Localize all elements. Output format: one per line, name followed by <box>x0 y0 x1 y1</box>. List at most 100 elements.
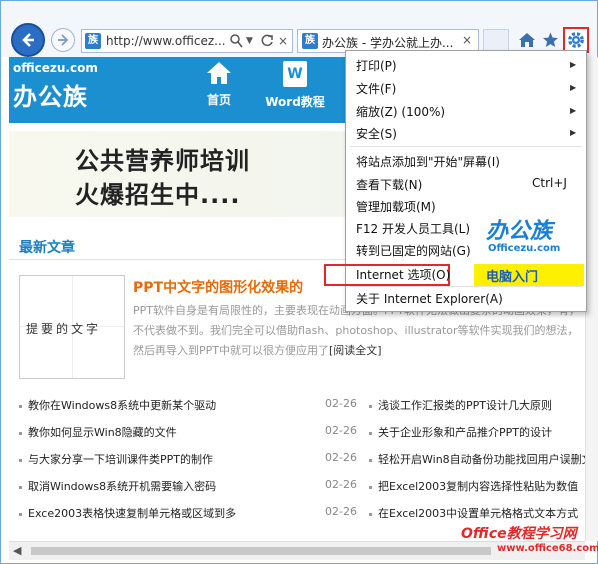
list-item-text: 轻松开启Win8自动备份功能找回用户误删文件 <box>378 453 585 466</box>
list-item[interactable]: 教你在Windows8系统中更新某个驱动 <box>19 397 216 413</box>
bullet <box>369 512 372 516</box>
bullet <box>369 485 372 489</box>
corner-watermark-title: Office教程学习网 <box>461 526 577 542</box>
list-item-text: 在Excel2003中设置单元格格式文本方式 <box>378 507 579 520</box>
chevron-down-icon[interactable]: ▼ <box>246 36 253 46</box>
bullet <box>369 404 372 408</box>
site-favicon-icon: 族 <box>85 33 101 49</box>
table-row: 取消Windows8系统开机需要输入密码 02-26 把Excel2003复制内… <box>19 478 585 498</box>
arrow-left-icon <box>22 33 34 47</box>
read-more-link[interactable]: [阅读全文] <box>329 344 382 357</box>
table-row: 与大家分享一下培训课件类PPT的制作 02-26 轻松开启Win8自动备份功能找… <box>19 451 585 471</box>
featured-article-title[interactable]: PPT中文字的图形化效果的 <box>133 277 303 297</box>
tools-menu: 打印(P) ▶ 文件(F) ▶ 缩放(Z) (100%) ▶ 安全(S) ▶ 将… <box>324 50 587 312</box>
menu-watermark-site: Officezu.com <box>488 243 561 254</box>
back-button[interactable] <box>11 23 45 57</box>
nav-home[interactable]: 首页 <box>199 61 239 108</box>
list-item[interactable]: 取消Windows8系统开机需要输入密码 <box>19 478 216 494</box>
thumbnail-text: 提要的文字 <box>26 322 102 336</box>
tab-close-icon[interactable]: × <box>462 33 472 47</box>
menu-item-about-ie[interactable]: 关于 Internet Explorer(A) <box>356 290 503 307</box>
menu-item-view-downloads[interactable]: 查看下载(N) <box>356 176 422 193</box>
list-item-date: 02-26 <box>325 424 357 437</box>
word-icon: W <box>283 61 307 87</box>
stop-icon[interactable]: × <box>278 34 288 48</box>
list-item[interactable]: 与大家分享一下培训课件类PPT的制作 <box>19 451 213 467</box>
list-item-date: 02-26 <box>325 451 357 464</box>
submenu-arrow-icon: ▶ <box>570 60 577 69</box>
list-item-date: 02-26 <box>325 478 357 491</box>
scroll-left-icon[interactable]: ◀ <box>13 544 21 557</box>
list-item-text: 把Excel2003复制内容选择性粘贴为数值 <box>378 480 579 493</box>
menu-item-zoom[interactable]: 缩放(Z) (100%) <box>356 103 445 120</box>
corner-watermark: Office教程学习网 www.office68.com <box>457 521 598 561</box>
browser-window: 族 http://www.officez... ▼ × 族 办公族 - 学办公就… <box>0 0 598 564</box>
menu-item-pinned-sites[interactable]: 转到已固定的网站(G) <box>356 242 471 259</box>
list-item-text: 教你如何显示Win8隐藏的文件 <box>28 426 177 439</box>
table-row: 教你如何显示Win8隐藏的文件 02-26 关于企业形象和产品推介PPT的设计 <box>19 424 585 444</box>
menu-item-print[interactable]: 打印(P) <box>356 57 397 74</box>
bullet <box>369 458 372 462</box>
search-icon[interactable] <box>230 34 243 48</box>
list-item-date: 02-26 <box>325 397 357 410</box>
list-item-text: Exce2003表格快速复制单元格或区域到多 <box>28 507 237 520</box>
site-logo-domain: officezu.com <box>13 61 98 75</box>
menu-item-add-to-start[interactable]: 将站点添加到"开始"屏幕(I) <box>356 153 500 170</box>
menu-item-safety[interactable]: 安全(S) <box>356 125 397 142</box>
submenu-arrow-icon: ▶ <box>570 83 577 92</box>
gear-icon <box>568 32 584 48</box>
list-item[interactable]: 关于企业形象和产品推介PPT的设计 <box>369 424 552 440</box>
list-item[interactable]: 浅谈工作汇报类的PPT设计几大原则 <box>369 397 552 413</box>
menu-item-file[interactable]: 文件(F) <box>356 80 396 97</box>
list-item[interactable]: 轻松开启Win8自动备份功能找回用户误删文件 <box>369 451 585 467</box>
menu-watermark-logo: 办公族 <box>486 219 553 244</box>
list-item-text: 教你在Windows8系统中更新某个驱动 <box>28 399 217 412</box>
list-item[interactable]: 在Excel2003中设置单元格格式文本方式 <box>369 505 578 521</box>
address-bar[interactable]: 族 http://www.officez... ▼ × <box>81 29 293 53</box>
watermark-ribbon: 电脑入门 <box>474 264 584 286</box>
list-item[interactable]: 教你如何显示Win8隐藏的文件 <box>19 424 177 440</box>
article-thumbnail[interactable]: 提要的文字 <box>19 275 125 379</box>
home-icon <box>207 62 231 84</box>
address-url[interactable]: http://www.officez... <box>106 34 226 48</box>
bullet <box>19 512 22 516</box>
menu-item-f12-tools[interactable]: F12 开发人员工具(L) <box>356 220 470 237</box>
bullet <box>19 404 22 408</box>
list-item-text: 关于企业形象和产品推介PPT的设计 <box>378 426 552 439</box>
submenu-arrow-icon: ▶ <box>570 128 577 137</box>
tab-title: 办公族 - 学办公就上办... <box>322 36 454 50</box>
forward-button[interactable] <box>51 28 75 52</box>
bullet <box>19 485 22 489</box>
list-item-text: 取消Windows8系统开机需要输入密码 <box>28 480 217 493</box>
tab-favicon-icon: 族 <box>302 33 318 49</box>
menu-separator <box>350 286 582 287</box>
bullet <box>19 458 22 462</box>
submenu-arrow-icon: ▶ <box>570 106 577 115</box>
list-item-text: 浅谈工作汇报类的PPT设计几大原则 <box>378 399 552 412</box>
nav-word-label: Word教程 <box>265 95 325 109</box>
refresh-icon[interactable] <box>260 33 274 49</box>
menu-item-manage-addons[interactable]: 管理加载项(M) <box>356 198 436 215</box>
menu-separator <box>350 146 582 147</box>
list-item[interactable]: Exce2003表格快速复制单元格或区域到多 <box>19 505 236 521</box>
scrollbar-thumb[interactable] <box>31 547 491 555</box>
site-logo[interactable]: 办公族 <box>13 77 88 112</box>
nav-home-label: 首页 <box>206 93 231 107</box>
menu-item-internet-options[interactable]: Internet 选项(O) <box>356 266 450 283</box>
list-item[interactable]: 把Excel2003复制内容选择性粘贴为数值 <box>369 478 578 494</box>
list-item-date: 02-26 <box>325 505 357 518</box>
banner-line-1: 公共营养师培训 <box>75 147 250 175</box>
arrow-right-icon <box>58 34 69 46</box>
bullet <box>369 431 372 435</box>
favorites-star-icon[interactable] <box>542 32 559 48</box>
table-row: 教你在Windows8系统中更新某个驱动 02-26 浅谈工作汇报类的PPT设计… <box>19 397 585 417</box>
menu-shortcut: Ctrl+J <box>532 176 567 190</box>
section-title: 最新文章 <box>19 240 75 256</box>
home-icon[interactable] <box>518 32 536 48</box>
corner-watermark-url: www.office68.com <box>497 543 598 554</box>
navigation-bar: 族 http://www.officez... ▼ × 族 办公族 - 学办公就… <box>1 1 597 57</box>
banner-line-2: 火爆招生中.... <box>75 181 241 209</box>
list-item-text: 与大家分享一下培训课件类PPT的制作 <box>28 453 213 466</box>
bullet <box>19 431 22 435</box>
nav-word-tutorial[interactable]: W Word教程 <box>265 61 325 110</box>
